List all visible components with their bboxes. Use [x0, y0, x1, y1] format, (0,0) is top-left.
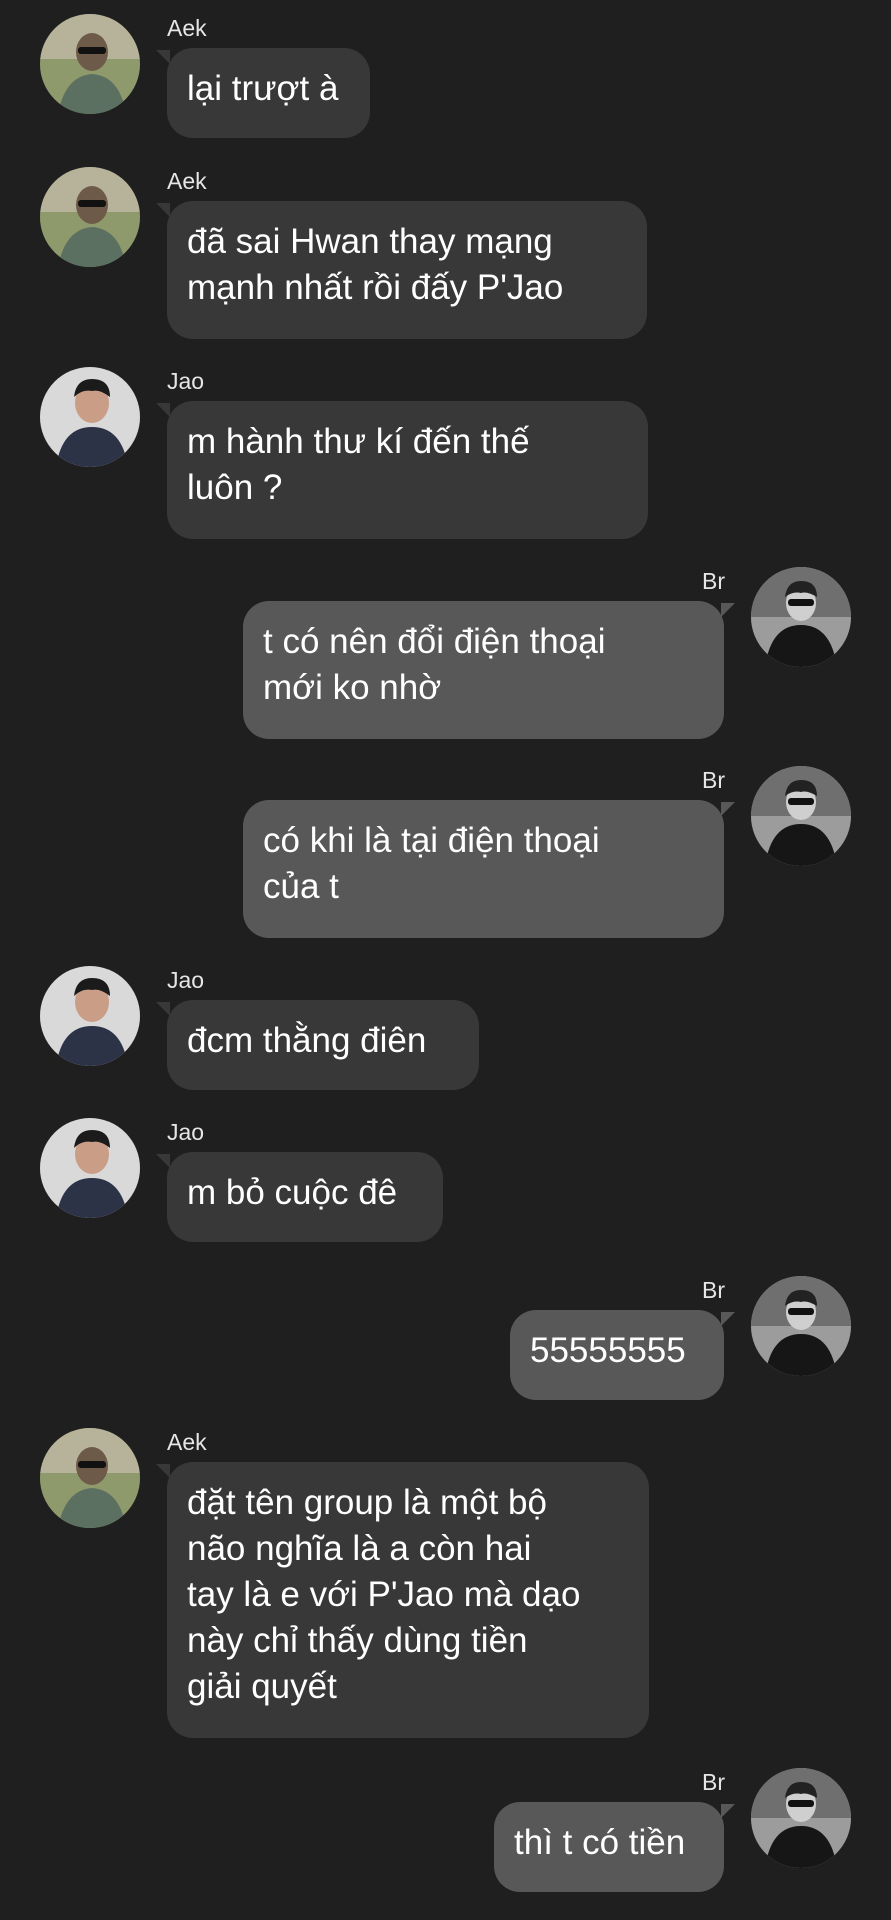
message-bubble[interactable]: đặt tên group là một bộ não nghĩa là a c… [167, 1462, 649, 1738]
message-bubble[interactable]: đcm thằng điên [167, 1000, 479, 1090]
message-row: Jao đcm thằng điên [0, 966, 891, 1090]
bubble-tail [721, 1312, 735, 1326]
bubble-tail [156, 203, 170, 217]
sender-name: Aek [167, 168, 207, 194]
message-bubble[interactable]: đã sai Hwan thay mạng mạnh nhất rồi đấy … [167, 201, 647, 339]
aek-avatar[interactable] [40, 1428, 140, 1528]
message-bubble[interactable]: 55555555 [510, 1310, 724, 1400]
sender-name: Aek [167, 1429, 207, 1455]
message-bubble[interactable]: thì t có tiền [494, 1802, 724, 1892]
sender-name: Jao [167, 967, 205, 993]
bubble-tail [156, 1464, 170, 1478]
sender-name: Aek [167, 15, 207, 41]
aek-avatar[interactable] [40, 167, 140, 267]
bubble-tail [721, 1804, 735, 1818]
bubble-tail [721, 802, 735, 816]
bubble-tail [156, 1002, 170, 1016]
sender-name: Jao [167, 368, 205, 394]
message-bubble[interactable]: t có nên đổi điện thoại mới ko nhờ [243, 601, 724, 739]
message-row: Aek lại trượt à [0, 14, 891, 138]
sender-name: Br [702, 767, 725, 793]
message-row: Jao m bỏ cuộc đê [0, 1118, 891, 1242]
message-row: Br t có nên đổi điện thoại mới ko nhờ [0, 567, 891, 739]
bubble-tail [721, 603, 735, 617]
chat-thread: Aek lại trượt à Aek đã sai Hwan thay mạn… [0, 0, 891, 1920]
jao-avatar[interactable] [40, 966, 140, 1066]
message-row: Br có khi là tại điện thoại của t [0, 766, 891, 938]
br-avatar[interactable] [751, 1276, 851, 1376]
message-row: Br 55555555 [0, 1276, 891, 1400]
message-bubble[interactable]: m hành thư kí đến thế luôn ? [167, 401, 648, 539]
message-bubble[interactable]: có khi là tại điện thoại của t [243, 800, 724, 938]
bubble-tail [156, 50, 170, 64]
bubble-tail [156, 403, 170, 417]
message-row: Aek đã sai Hwan thay mạng mạnh nhất rồi … [0, 167, 891, 339]
sender-name: Br [702, 1769, 725, 1795]
sender-name: Br [702, 1277, 725, 1303]
aek-avatar[interactable] [40, 14, 140, 114]
sender-name: Br [702, 568, 725, 594]
br-avatar[interactable] [751, 1768, 851, 1868]
jao-avatar[interactable] [40, 1118, 140, 1218]
br-avatar[interactable] [751, 567, 851, 667]
message-row: Jao m hành thư kí đến thế luôn ? [0, 367, 891, 539]
message-bubble[interactable]: m bỏ cuộc đê [167, 1152, 443, 1242]
sender-name: Jao [167, 1119, 205, 1145]
message-bubble[interactable]: lại trượt à [167, 48, 370, 138]
br-avatar[interactable] [751, 766, 851, 866]
message-row: Aek đặt tên group là một bộ não nghĩa là… [0, 1428, 891, 1740]
jao-avatar[interactable] [40, 367, 140, 467]
message-row: Br thì t có tiền [0, 1768, 891, 1892]
bubble-tail [156, 1154, 170, 1168]
